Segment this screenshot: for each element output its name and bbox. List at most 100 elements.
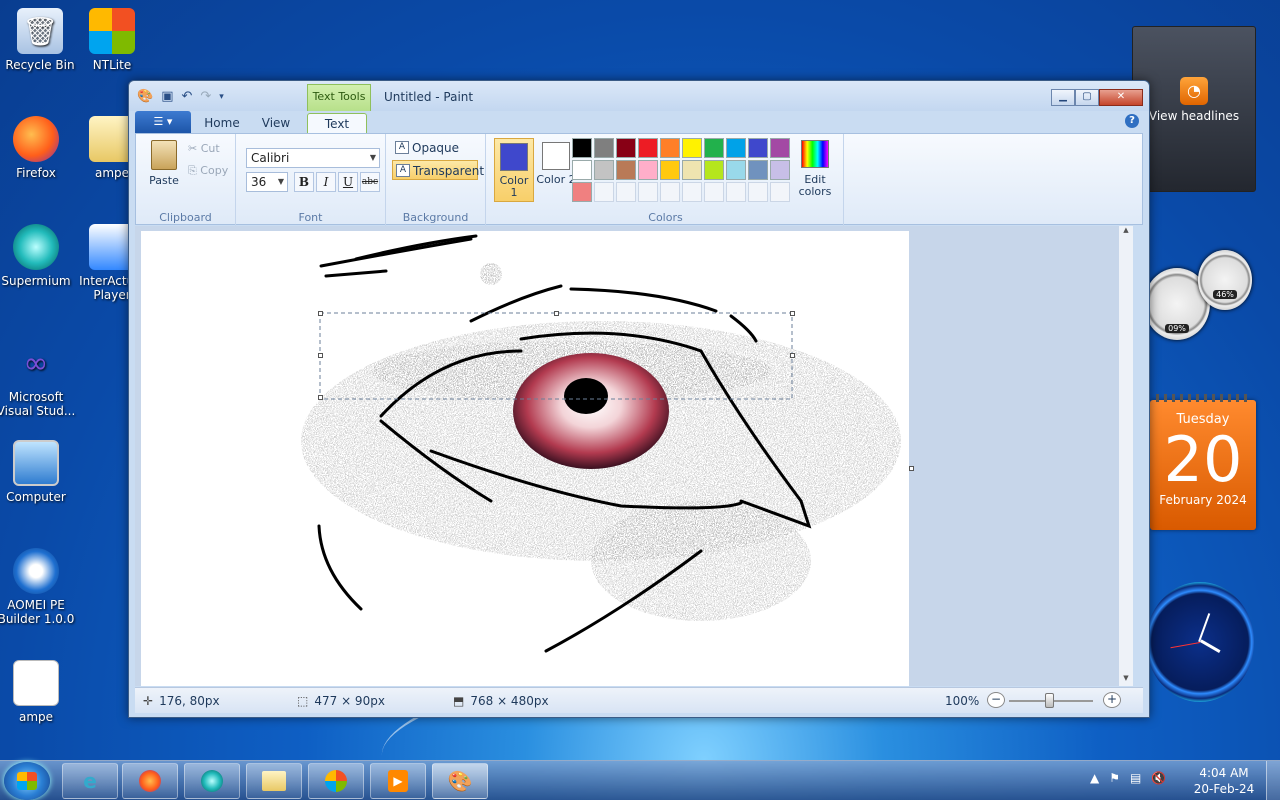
selection-handle-bl[interactable]	[318, 395, 323, 400]
palette-empty-slot[interactable]	[616, 182, 636, 202]
drawing-canvas[interactable]	[141, 231, 909, 686]
palette-color-22b14c[interactable]	[704, 138, 724, 158]
taskbar-explorer[interactable]	[246, 763, 302, 799]
palette-color-00a2e8[interactable]	[726, 138, 746, 158]
palette-color-ffffff[interactable]	[572, 160, 592, 180]
flag-icon[interactable]: ⚑	[1109, 771, 1120, 785]
opaque-icon: A	[395, 141, 409, 154]
scroll-up-icon[interactable]: ▲	[1119, 226, 1133, 234]
palette-color-99d9ea[interactable]	[726, 160, 746, 180]
taskbar-supermium[interactable]	[184, 763, 240, 799]
palette-color-efe4b0[interactable]	[682, 160, 702, 180]
tab-view[interactable]: View	[253, 113, 299, 133]
desktop-icon-recycle-bin[interactable]: 🗑 Recycle Bin	[0, 8, 80, 72]
desktop-icon-supermium[interactable]: Supermium	[0, 224, 76, 288]
palette-color-b97a57[interactable]	[616, 160, 636, 180]
palette-color-7092be[interactable]	[748, 160, 768, 180]
palette-color-3f48cc[interactable]	[748, 138, 768, 158]
calendar-gadget[interactable]: Tuesday 20 February 2024	[1150, 394, 1256, 530]
maximize-button[interactable]: ▢	[1075, 89, 1099, 106]
tab-text[interactable]: Text	[307, 113, 367, 133]
strikethrough-button[interactable]: abc	[360, 172, 380, 192]
view-headlines-link[interactable]: View headlines	[1133, 109, 1255, 123]
show-hidden-icons-icon[interactable]: ▲	[1090, 771, 1099, 785]
desktop-icon-aomei[interactable]: AOMEI PE Builder 1.0.0	[0, 548, 76, 626]
edit-colors-button[interactable]: Edit colors	[794, 138, 836, 198]
show-desktop-button[interactable]	[1266, 761, 1280, 800]
palette-empty-slot[interactable]	[726, 182, 746, 202]
paint-app-icon[interactable]: 🎨	[137, 89, 153, 104]
italic-button[interactable]: I	[316, 172, 336, 192]
canvas-size-icon: ⬒	[453, 694, 465, 708]
selection-handle-ml[interactable]	[318, 353, 323, 358]
canvas-size: ⬒ 768 × 480px	[453, 694, 549, 708]
color2-button[interactable]: Color 2	[536, 138, 576, 202]
network-icon[interactable]: ▤	[1130, 771, 1141, 785]
taskbar-media-player[interactable]: ▶	[370, 763, 426, 799]
font-family-select[interactable]: Calibri ▼	[246, 148, 380, 168]
customize-qat-icon[interactable]: ▾	[219, 92, 224, 102]
transparent-button[interactable]: A Transparent	[392, 160, 484, 180]
palette-empty-slot[interactable]	[748, 182, 768, 202]
close-button[interactable]: ✕	[1099, 89, 1143, 106]
selection-handle-tc[interactable]	[554, 311, 559, 316]
opaque-button[interactable]: A Opaque	[392, 138, 478, 158]
zoom-slider-thumb[interactable]	[1045, 693, 1054, 708]
palette-empty-slot[interactable]	[638, 182, 658, 202]
palette-empty-slot[interactable]	[704, 182, 724, 202]
taskbar-media-center[interactable]	[308, 763, 364, 799]
palette-color-880015[interactable]	[616, 138, 636, 158]
palette-color-000000[interactable]	[572, 138, 592, 158]
palette-color-ffc90e[interactable]	[660, 160, 680, 180]
underline-button[interactable]: U	[338, 172, 358, 192]
desktop-icon-visual-studio[interactable]: ∞ Microsoft Visual Stud...	[0, 340, 76, 419]
palette-color-f08080[interactable]	[572, 182, 592, 202]
start-button[interactable]	[4, 762, 50, 800]
volume-muted-icon[interactable]: 🔇	[1151, 771, 1166, 785]
zoom-out-button[interactable]: −	[987, 692, 1005, 708]
desktop-icon-ampe-file[interactable]: ampe	[0, 660, 76, 724]
selection-handle-mr[interactable]	[790, 353, 795, 358]
color1-button[interactable]: Color 1	[494, 138, 534, 202]
copy-button[interactable]: ⎘ Copy	[188, 164, 228, 178]
taskbar-ie[interactable]: e	[62, 763, 118, 799]
desktop-icon-computer[interactable]: Computer	[0, 440, 76, 504]
redo-icon[interactable]: ↷	[200, 89, 211, 104]
palette-empty-slot[interactable]	[660, 182, 680, 202]
palette-color-b5e61d[interactable]	[704, 160, 724, 180]
palette-color-ff7f27[interactable]	[660, 138, 680, 158]
help-icon[interactable]: ?	[1125, 114, 1139, 128]
paste-button[interactable]: Paste	[146, 140, 182, 187]
selection-handle-tl[interactable]	[318, 311, 323, 316]
headlines-gadget[interactable]: ◔ View headlines	[1132, 26, 1256, 192]
cut-button[interactable]: ✂ Cut	[188, 142, 220, 155]
palette-empty-slot[interactable]	[682, 182, 702, 202]
palette-color-fff200[interactable]	[682, 138, 702, 158]
selection-handle-tr[interactable]	[790, 311, 795, 316]
palette-empty-slot[interactable]	[770, 182, 790, 202]
desktop-icon-firefox[interactable]: Firefox	[0, 116, 76, 180]
zoom-in-button[interactable]: +	[1103, 692, 1121, 708]
palette-color-7f7f7f[interactable]	[594, 138, 614, 158]
scroll-down-icon[interactable]: ▼	[1119, 674, 1133, 682]
bold-button[interactable]: B	[294, 172, 314, 192]
taskbar-clock[interactable]: 4:04 AM 20-Feb-24	[1192, 765, 1256, 797]
ntlite-icon	[89, 8, 135, 54]
vertical-scrollbar[interactable]: ▲ ▼	[1119, 226, 1133, 686]
undo-icon[interactable]: ↶	[181, 89, 192, 104]
desktop-icon-ntlite[interactable]: NTLite	[72, 8, 152, 72]
palette-color-a349a4[interactable]	[770, 138, 790, 158]
palette-color-c3c3c3[interactable]	[594, 160, 614, 180]
paint-menu-button[interactable]: ☰ ▾	[135, 111, 191, 133]
canvas-resize-handle[interactable]	[909, 466, 914, 471]
palette-color-c8bfe7[interactable]	[770, 160, 790, 180]
taskbar-paint[interactable]: 🎨	[432, 763, 488, 799]
save-icon[interactable]: ▣	[161, 89, 173, 104]
minimize-button[interactable]: ▁	[1051, 89, 1075, 106]
palette-empty-slot[interactable]	[594, 182, 614, 202]
taskbar-firefox[interactable]	[122, 763, 178, 799]
tab-home[interactable]: Home	[197, 113, 247, 133]
palette-color-ffaec9[interactable]	[638, 160, 658, 180]
palette-color-ed1c24[interactable]	[638, 138, 658, 158]
font-size-select[interactable]: 36 ▼	[246, 172, 288, 192]
